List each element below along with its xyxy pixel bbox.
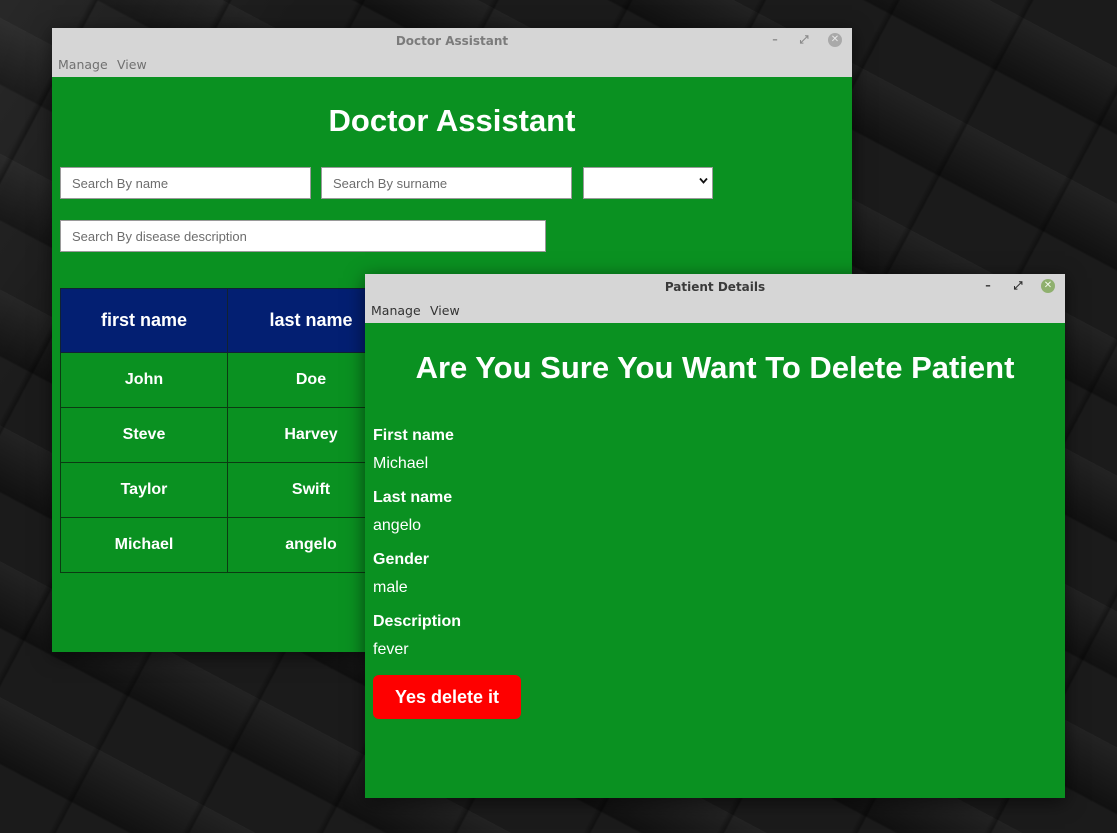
table-row[interactable]: Michael angelo bbox=[60, 517, 395, 573]
column-header-first-name[interactable]: first name bbox=[60, 288, 228, 353]
cell-first-name: Michael bbox=[60, 517, 228, 573]
minimize-icon[interactable]: – bbox=[768, 33, 782, 47]
dialog-content: Are You Sure You Want To Delete Patient … bbox=[365, 323, 1065, 798]
close-icon[interactable]: ✕ bbox=[828, 33, 842, 47]
menu-manage[interactable]: Manage bbox=[58, 57, 108, 72]
minimize-icon[interactable]: – bbox=[981, 279, 995, 293]
table-row[interactable]: John Doe bbox=[60, 352, 395, 408]
first-name-value: Michael bbox=[373, 455, 429, 472]
search-by-surname-input[interactable] bbox=[321, 167, 572, 199]
page-title: Doctor Assistant bbox=[328, 103, 576, 138]
first-name-label: First name bbox=[373, 427, 454, 444]
menu-manage[interactable]: Manage bbox=[371, 303, 421, 318]
menu-view[interactable]: View bbox=[117, 57, 147, 72]
dialog-titlebar[interactable]: Patient Details – ⤢ ✕ bbox=[365, 274, 1065, 298]
description-label: Description bbox=[373, 613, 462, 630]
table-row[interactable]: Steve Harvey bbox=[60, 407, 395, 463]
patient-details-window: Patient Details – ⤢ ✕ Manage View Are Yo… bbox=[365, 274, 1065, 798]
last-name-label: Last name bbox=[373, 489, 453, 506]
gender-value: male bbox=[373, 579, 408, 596]
gender-select[interactable] bbox=[583, 167, 713, 199]
maximize-icon[interactable]: ⤢ bbox=[1011, 279, 1025, 293]
dialog-window-title: Patient Details bbox=[664, 280, 766, 294]
maximize-icon[interactable]: ⤢ bbox=[797, 33, 811, 47]
table-row[interactable]: Taylor Swift bbox=[60, 462, 395, 518]
menu-view[interactable]: View bbox=[430, 303, 460, 318]
cell-first-name: Steve bbox=[60, 407, 228, 463]
main-titlebar[interactable]: Doctor Assistant – ⤢ ✕ bbox=[52, 28, 852, 52]
dialog-menubar: Manage View bbox=[365, 298, 1065, 323]
chevron-down-icon bbox=[699, 176, 708, 185]
cell-first-name: John bbox=[60, 352, 228, 408]
search-by-description-input[interactable] bbox=[60, 220, 546, 252]
close-icon[interactable]: ✕ bbox=[1041, 279, 1055, 293]
description-value: fever bbox=[373, 641, 409, 658]
search-by-name-input[interactable] bbox=[60, 167, 311, 199]
main-menubar: Manage View bbox=[52, 52, 852, 77]
last-name-value: angelo bbox=[373, 517, 422, 534]
patients-table: first name last name John Doe Steve Harv… bbox=[60, 288, 395, 573]
gender-label: Gender bbox=[373, 551, 430, 568]
main-window-title: Doctor Assistant bbox=[395, 34, 509, 48]
yes-delete-button[interactable]: Yes delete it bbox=[373, 675, 521, 719]
table-header-row: first name last name bbox=[60, 288, 395, 353]
cell-first-name: Taylor bbox=[60, 462, 228, 518]
delete-confirmation-heading: Are You Sure You Want To Delete Patient bbox=[415, 350, 1015, 385]
